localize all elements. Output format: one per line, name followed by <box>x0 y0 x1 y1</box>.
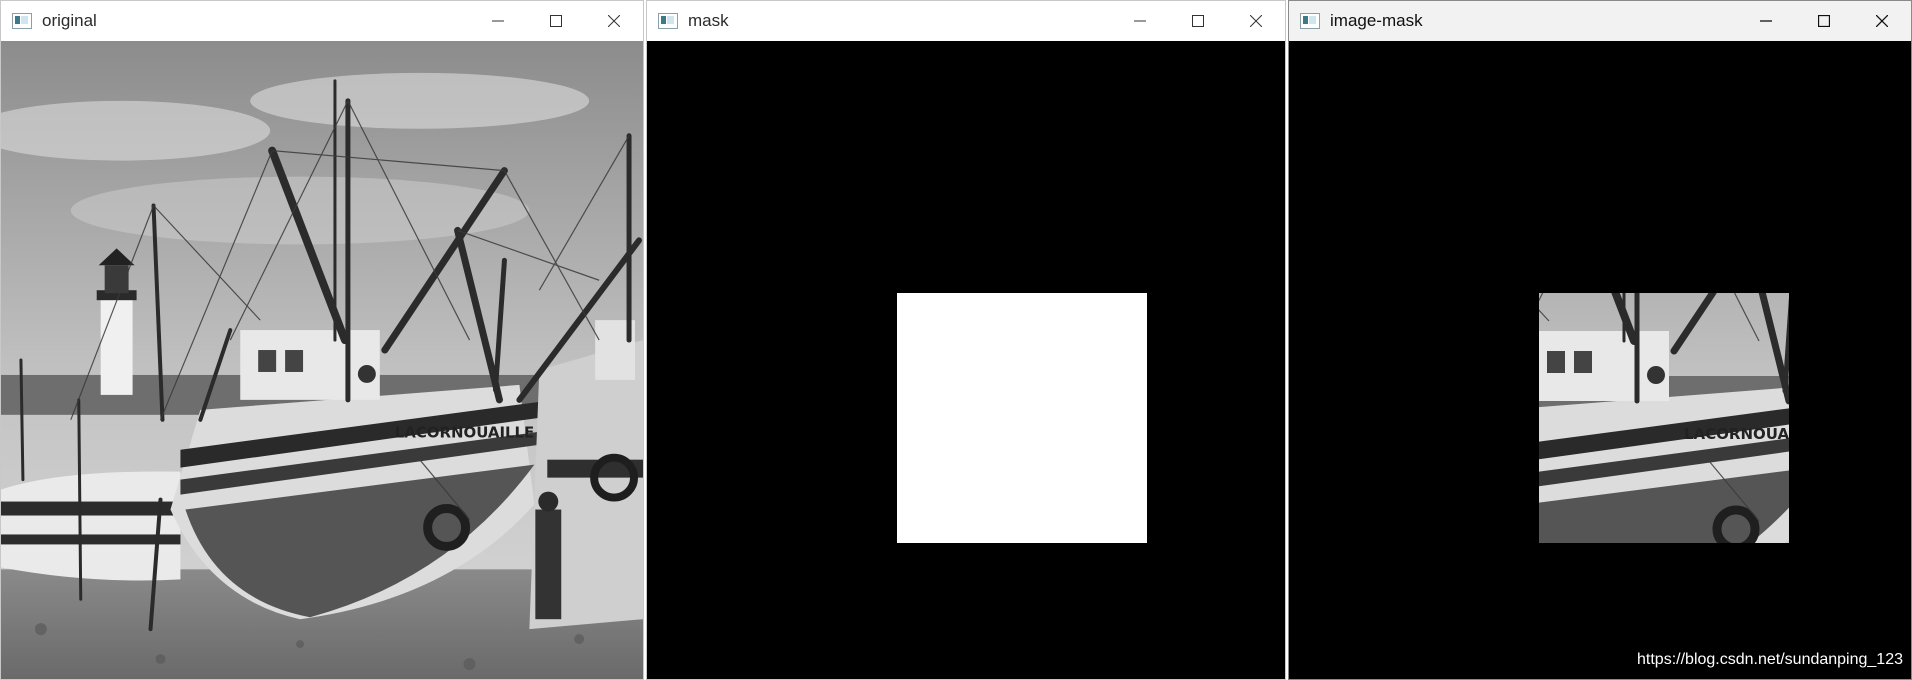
close-button[interactable] <box>1227 1 1285 41</box>
original-window: original <box>0 0 644 680</box>
maximize-button[interactable] <box>1169 1 1227 41</box>
minimize-button[interactable] <box>1111 1 1169 41</box>
masked-image-region <box>1539 293 1789 543</box>
app-icon <box>12 13 32 29</box>
app-icon <box>1300 13 1320 29</box>
close-icon <box>1250 15 1262 27</box>
minimize-icon <box>492 20 504 22</box>
close-button[interactable] <box>1853 1 1911 41</box>
maximize-button[interactable] <box>527 1 585 41</box>
maximize-icon <box>1818 15 1830 27</box>
maximize-button[interactable] <box>1795 1 1853 41</box>
minimize-button[interactable] <box>1737 1 1795 41</box>
masked-boat-photo <box>1539 293 1789 543</box>
mask-window: mask <box>646 0 1286 680</box>
window-titlebar[interactable]: mask <box>647 1 1285 41</box>
close-icon <box>608 15 620 27</box>
maximize-icon <box>1192 15 1204 27</box>
mask-region <box>897 293 1147 543</box>
window-title: image-mask <box>1330 11 1423 30</box>
close-button[interactable] <box>585 1 643 41</box>
window-titlebar[interactable]: image-mask <box>1289 1 1911 41</box>
mask-canvas <box>647 41 1285 679</box>
original-image-canvas <box>1 41 643 679</box>
close-icon <box>1876 15 1888 27</box>
watermark-text: https://blog.csdn.net/sundanping_123 <box>1637 651 1903 668</box>
maximize-icon <box>550 15 562 27</box>
minimize-icon <box>1760 20 1772 22</box>
minimize-icon <box>1134 20 1146 22</box>
minimize-button[interactable] <box>469 1 527 41</box>
harbor-boat-photo <box>1 41 643 679</box>
window-titlebar[interactable]: original <box>1 1 643 41</box>
app-icon <box>658 13 678 29</box>
masked-image-canvas: https://blog.csdn.net/sundanping_123 <box>1289 41 1911 679</box>
image-mask-window: image-mask https://blog.csdn.net/sundanp… <box>1288 0 1912 680</box>
window-title: mask <box>688 11 729 30</box>
window-title: original <box>42 11 97 30</box>
